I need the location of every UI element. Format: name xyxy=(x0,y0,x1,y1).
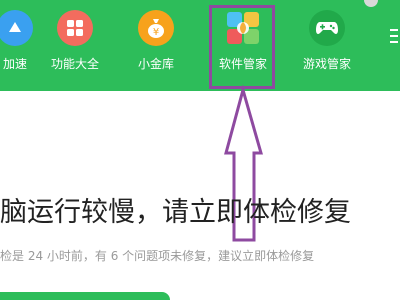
toolbar-item-all-features[interactable]: 功能大全 xyxy=(40,10,110,71)
money-bag-icon: ¥ xyxy=(138,10,174,46)
more-icon[interactable] xyxy=(389,28,399,44)
health-status-detail: 检是 24 小时前，有 6 个问题项未修复，建议立即体检修复 xyxy=(0,249,315,263)
toolbar-item-label: 游戏管家 xyxy=(302,57,351,71)
checkup-button-edge[interactable] xyxy=(0,292,170,300)
gamepad-icon xyxy=(309,10,345,46)
health-status-headline: 脑运行较慢，请立即体检修复 xyxy=(0,197,351,228)
app-window: 加速 功能大全 ¥ 小金库 软件管家 游戏管家 脑运行较慢，请立即体检修复 检是… xyxy=(0,0,400,300)
highlight-annotation-box xyxy=(209,5,275,89)
grid-icon xyxy=(57,10,93,46)
toolbar-item-vault[interactable]: ¥ 小金库 xyxy=(121,10,191,71)
toolbar-item-game-manager[interactable]: 游戏管家 xyxy=(292,10,362,71)
toolbar-item-label: 功能大全 xyxy=(50,57,99,71)
svg-text:¥: ¥ xyxy=(153,27,159,38)
toolbar-item-label: 小金库 xyxy=(137,57,174,71)
top-toolbar: 加速 功能大全 ¥ 小金库 软件管家 游戏管家 xyxy=(0,0,400,91)
speedup-icon xyxy=(0,10,33,46)
